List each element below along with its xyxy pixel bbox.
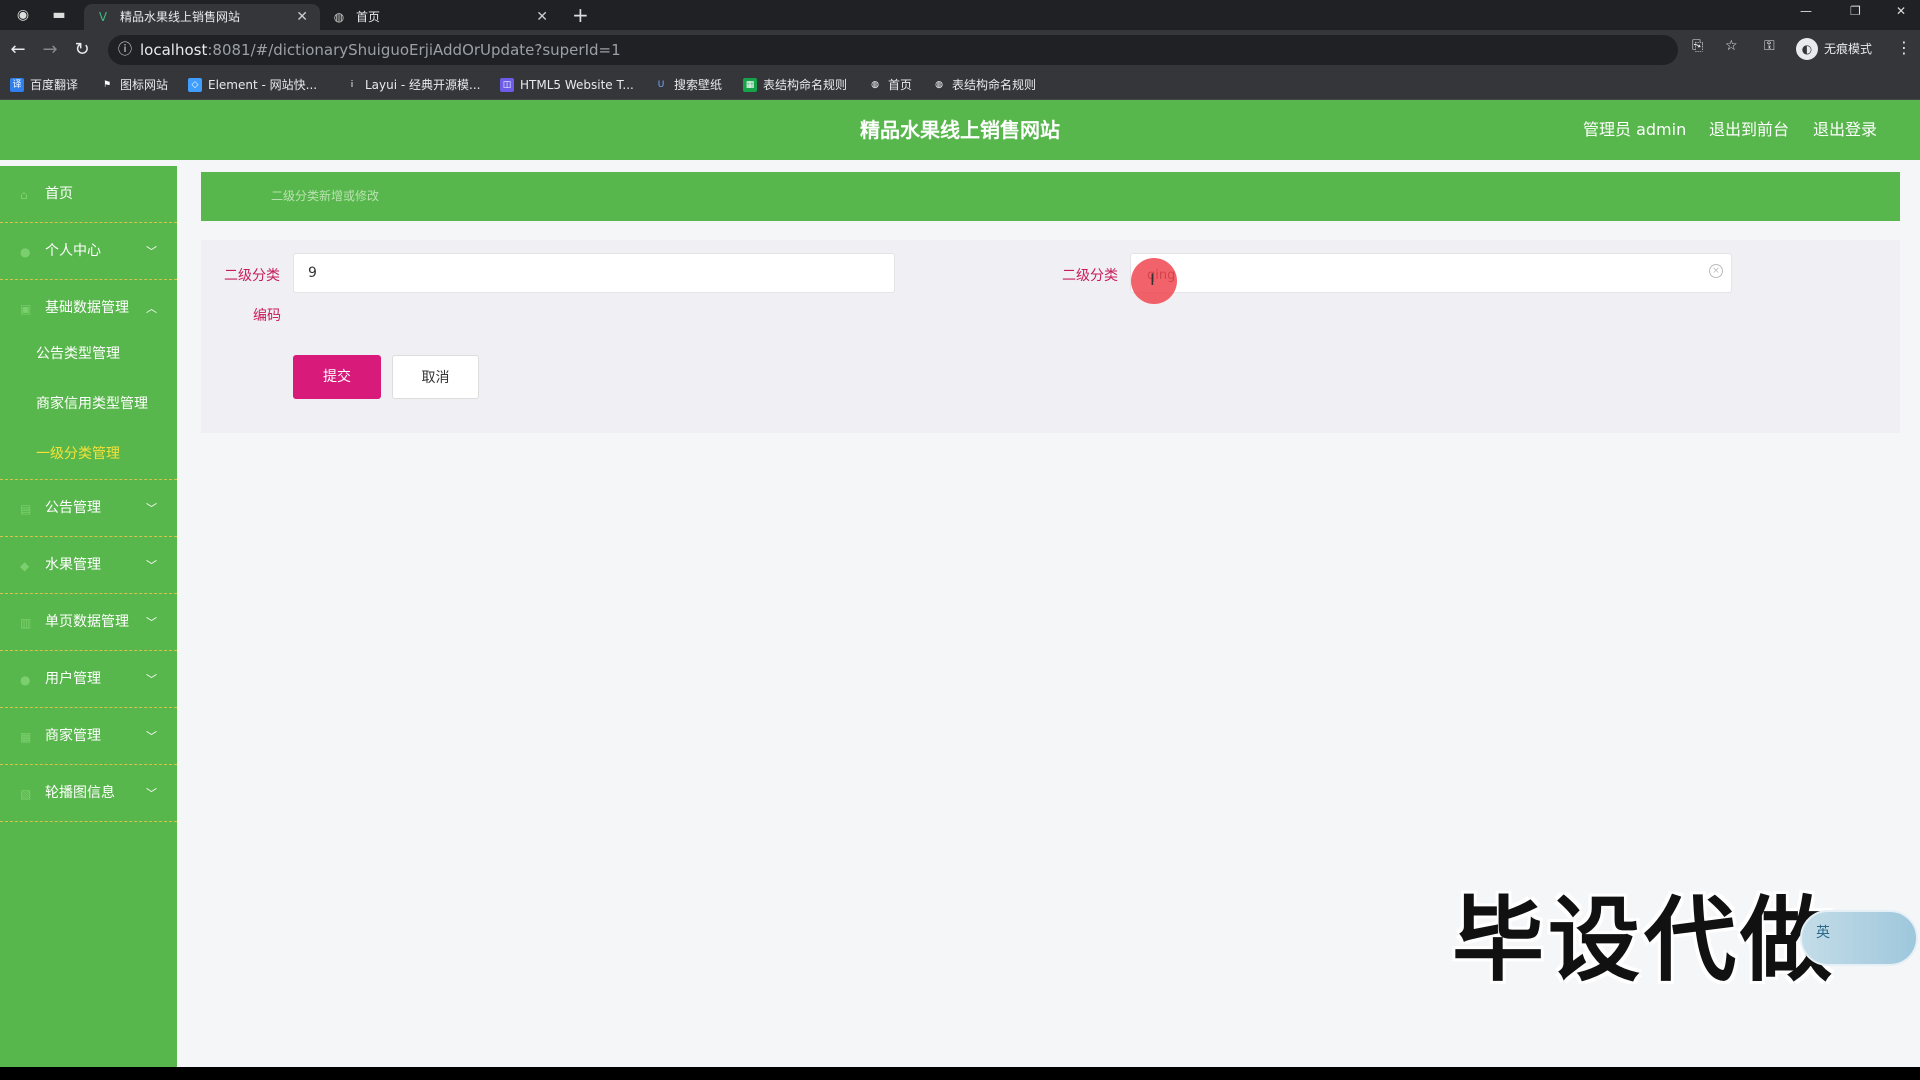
bookmark-item[interactable]: ◍ 表结构命名规则	[930, 70, 1036, 100]
clear-input-icon[interactable]: ×	[1709, 264, 1723, 278]
minimize-icon[interactable]: —	[1800, 4, 1812, 18]
incognito-icon: ◐	[1796, 38, 1818, 60]
name-label: 二级分类	[1062, 268, 1118, 284]
globe-icon: ◍	[871, 80, 879, 90]
vue-icon: V	[98, 10, 108, 24]
globe-icon: ◍	[935, 80, 943, 90]
user-icon: ●	[20, 245, 31, 259]
element-icon: ◇	[188, 78, 202, 92]
browser-tab-bar: ◉ ▬ V 精品水果线上销售网站 ✕ ◍ 首页 ✕ + — ❐ ✕	[0, 0, 1920, 30]
chevron-down-icon: ﹀	[146, 559, 157, 572]
address-bar-row: ← → ↻ ⓘ localhost:8081/#/dictionaryShuig…	[0, 30, 1920, 70]
bottom-bar	[0, 1067, 1920, 1080]
incognito-indicator[interactable]: ◐ 无痕模式	[1796, 36, 1872, 62]
layui-icon: i	[350, 80, 354, 90]
sidebar-item-single-page[interactable]: ▥ 单页数据管理 ﹀	[0, 594, 177, 651]
code-label-suffix: 编码	[253, 308, 281, 324]
logout-link[interactable]: 退出登录	[1813, 100, 1877, 160]
sidebar-item-notice[interactable]: ▤ 公告管理 ﹀	[0, 480, 177, 537]
chevron-down-icon: ﹀	[146, 673, 157, 686]
wallpaper-icon: U	[657, 80, 665, 90]
bookmark-item[interactable]: ▦ 表结构命名规则	[741, 70, 847, 100]
name-input[interactable]	[1130, 253, 1732, 293]
code-input[interactable]: 9	[293, 253, 895, 293]
url-text: localhost:8081/#/dictionaryShuiguoErjiAd…	[140, 41, 621, 59]
ime-widget[interactable]: 英	[1800, 910, 1918, 966]
bookmark-star-icon[interactable]: ☆	[1725, 38, 1738, 54]
translate-icon[interactable]: ⎘	[1692, 38, 1703, 54]
chevron-down-icon: ﹀	[146, 245, 157, 258]
submenu-merchant-credit-type[interactable]: 商家信用类型管理	[0, 379, 177, 429]
sidebar-item-home[interactable]: ⌂ 首页	[0, 166, 177, 223]
back-icon[interactable]: ←	[8, 40, 28, 60]
new-tab-button[interactable]: +	[572, 4, 589, 26]
sidebar-item-profile[interactable]: ● 个人中心 ﹀	[0, 223, 177, 280]
image-icon: ▧	[20, 787, 32, 801]
sidebar-item-users[interactable]: ● 用户管理 ﹀	[0, 651, 177, 708]
click-indicator: I	[1131, 258, 1177, 304]
html5-icon: ◫	[500, 78, 514, 92]
restore-icon[interactable]: ❐	[1850, 4, 1861, 18]
chevron-down-icon: ﹀	[146, 787, 157, 800]
submit-button[interactable]: 提交	[293, 355, 381, 399]
tab-title: 首页	[356, 10, 381, 24]
bookmark-item[interactable]: ◫ HTML5 Website T...	[498, 70, 634, 100]
close-tab-icon[interactable]: ✕	[536, 4, 548, 30]
sidebar-item-fruit[interactable]: ◆ 水果管理 ﹀	[0, 537, 177, 594]
users-icon: ●	[20, 673, 31, 687]
chevron-down-icon: ﹀	[146, 730, 157, 743]
key-icon[interactable]: ⚿	[1764, 38, 1775, 54]
sidebar-item-carousel[interactable]: ▧ 轮播图信息 ﹀	[0, 765, 177, 822]
site-info-icon[interactable]: ⓘ	[116, 41, 134, 59]
tab-active[interactable]: V 精品水果线上销售网站 ✕	[84, 4, 320, 30]
bookmarks-bar: 译百度翻译 ⚑ 图标网站 ◇ Element - 网站快... i Layui - 经…	[0, 70, 1920, 100]
chevron-down-icon: ﹀	[146, 502, 157, 515]
cancel-button[interactable]: 取消	[392, 355, 479, 399]
reload-icon[interactable]: ↻	[72, 40, 92, 60]
forward-icon[interactable]: →	[40, 40, 60, 60]
sheet-icon: ▦	[743, 78, 757, 92]
app-viewport: 精品水果线上销售网站 管理员 admin 退出到前台 退出登录 ⌂ 首页 ● 个…	[0, 100, 1920, 1067]
notice-icon: ▤	[20, 502, 32, 516]
address-input[interactable]: ⓘ localhost:8081/#/dictionaryShuiguoErji…	[108, 35, 1678, 65]
data-icon: ▣	[20, 302, 32, 316]
tab-title: 精品水果线上销售网站	[120, 10, 241, 24]
flag-icon: ⚑	[102, 80, 112, 90]
app-header: 精品水果线上销售网站 管理员 admin 退出到前台 退出登录	[0, 100, 1920, 160]
bookmark-item[interactable]: i Layui - 经典开源模...	[343, 70, 481, 100]
chevron-down-icon: ﹀	[146, 616, 157, 629]
admin-label: 管理员 admin	[1583, 120, 1687, 139]
close-window-icon[interactable]: ✕	[1896, 4, 1906, 18]
home-icon: ⌂	[20, 188, 28, 202]
breadcrumb-bar: 二级分类新增或修改	[201, 172, 1900, 221]
submenu-notice-type[interactable]: 公告类型管理	[0, 329, 177, 379]
shop-icon: ▦	[20, 730, 32, 744]
fruit-icon: ◆	[20, 559, 30, 573]
browser-menu-icon[interactable]: ⋮	[1896, 38, 1912, 57]
browser-app-icon[interactable]: ◉	[14, 6, 32, 24]
bookmark-item[interactable]: 译百度翻译	[8, 70, 78, 100]
ime-language: 英	[1816, 925, 1830, 941]
page-icon: ▥	[20, 616, 32, 630]
tab-strip-icon[interactable]: ▬	[50, 6, 68, 24]
breadcrumb: 二级分类新增或修改	[271, 189, 380, 203]
translate-bookmark-icon: 译	[10, 78, 24, 92]
incognito-label: 无痕模式	[1824, 42, 1873, 56]
globe-icon: ◍	[333, 10, 345, 24]
tab-home[interactable]: ◍ 首页 ✕	[320, 4, 560, 30]
to-front-link[interactable]: 退出到前台	[1709, 100, 1789, 160]
submenu-level1-category[interactable]: 一级分类管理	[0, 429, 177, 480]
bookmark-item[interactable]: ⚑ 图标网站	[98, 70, 168, 100]
sidebar: ⌂ 首页 ● 个人中心 ﹀ ▣ 基础数据管理 ︿ 公告类型管理 商家信用类型管理…	[0, 166, 177, 1067]
bookmark-item[interactable]: U 搜索壁纸	[652, 70, 722, 100]
bookmark-item[interactable]: ◇ Element - 网站快...	[186, 70, 317, 100]
text-cursor-icon: I	[1150, 270, 1155, 289]
watermark-overlay: 毕设代做	[1452, 887, 1837, 994]
code-label: 二级分类	[224, 268, 280, 284]
sidebar-item-merchants[interactable]: ▦ 商家管理 ﹀	[0, 708, 177, 765]
close-tab-icon[interactable]: ✕	[296, 4, 308, 30]
bookmark-item[interactable]: ◍ 首页	[866, 70, 912, 100]
